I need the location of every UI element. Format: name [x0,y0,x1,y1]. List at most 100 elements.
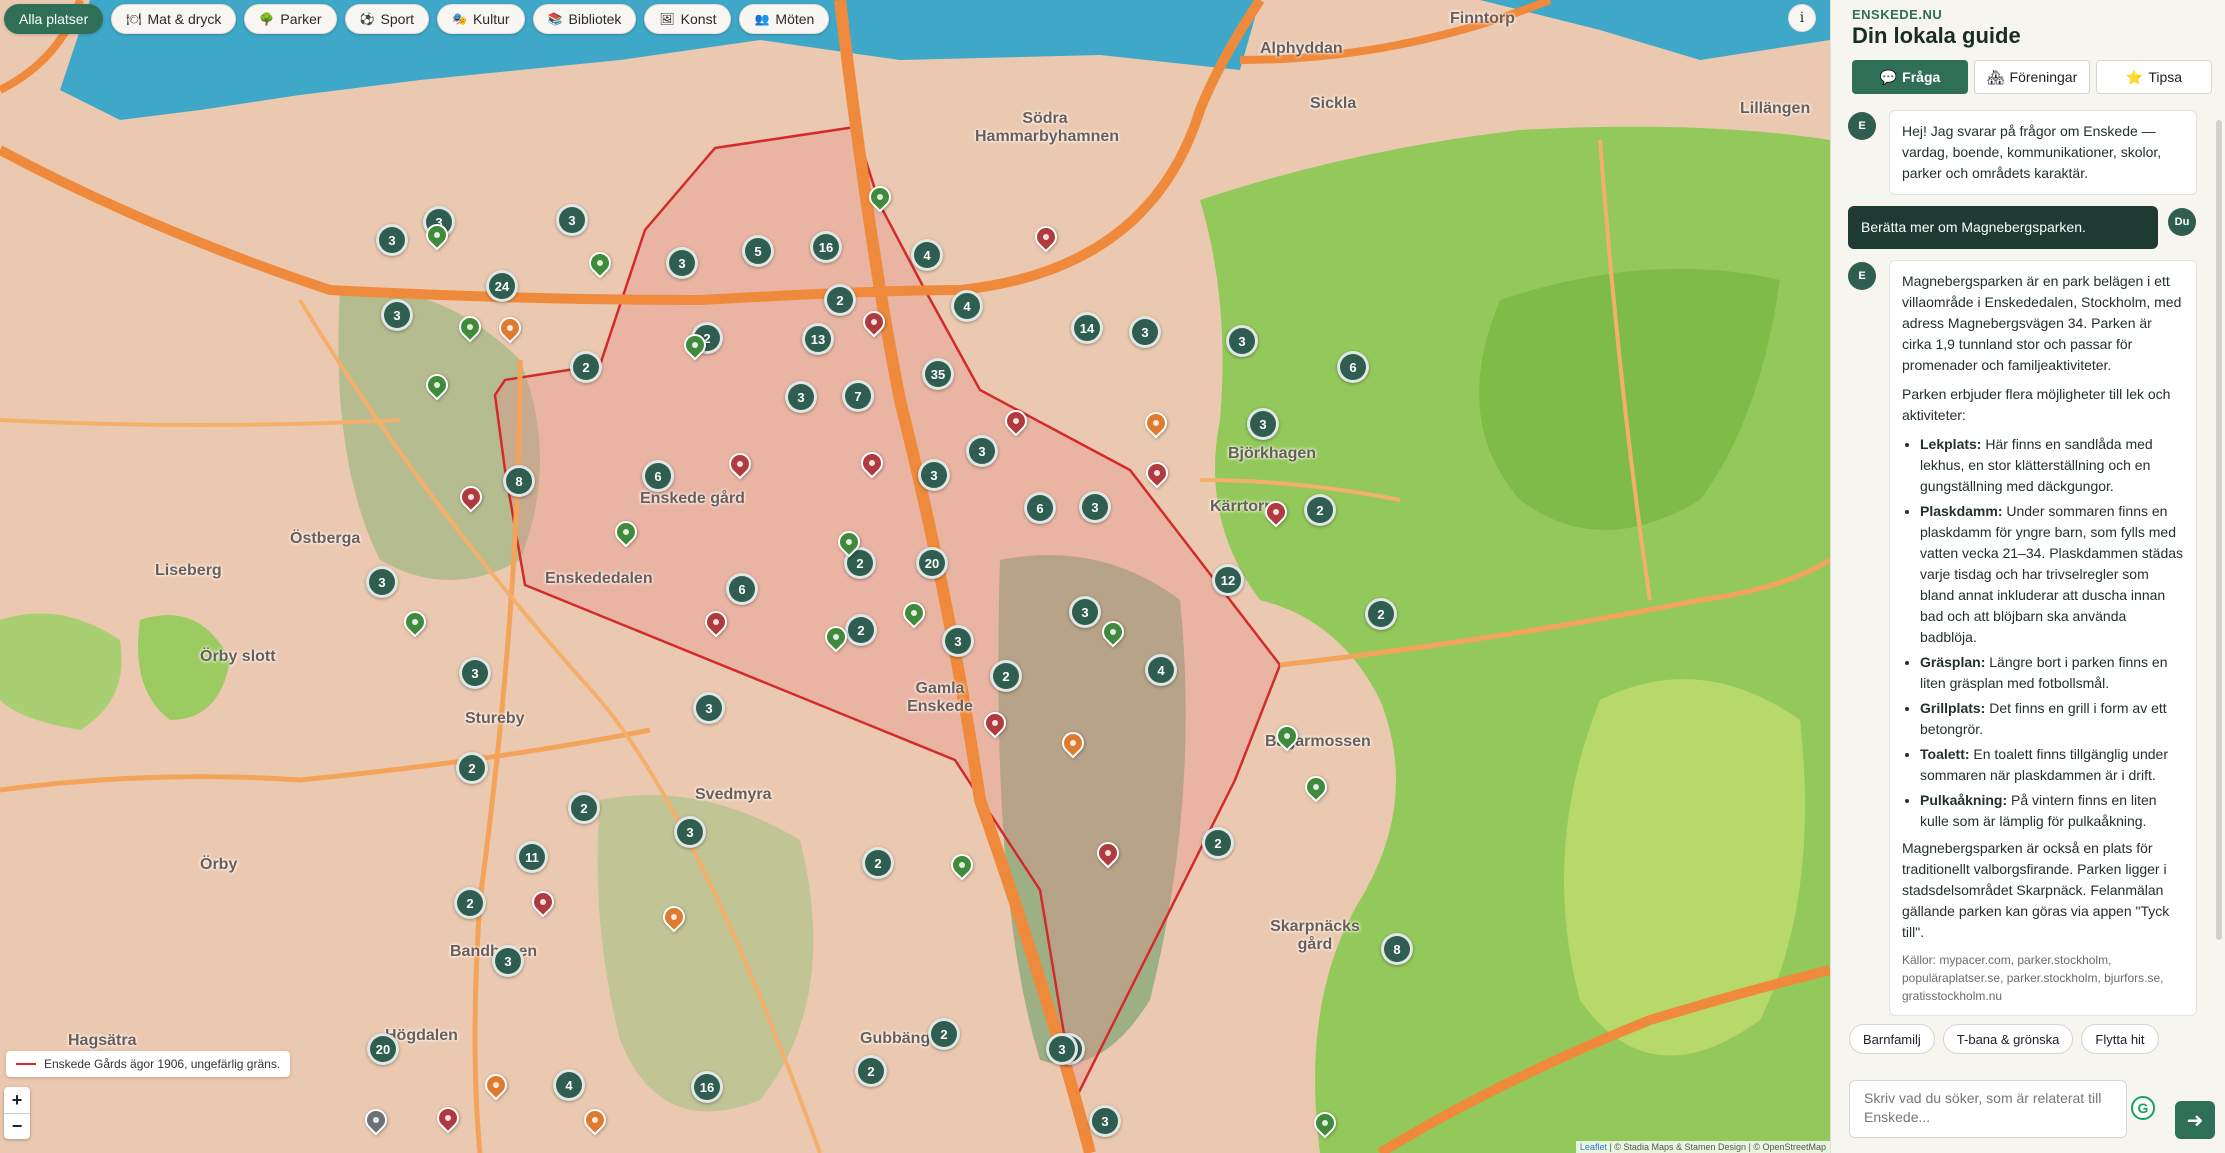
suggestion-chip[interactable]: Barnfamilj [1849,1024,1935,1054]
answer-list-item: Toalett: En toalett finns tillgänglig un… [1920,744,2184,786]
suggestion-chip[interactable]: T-bana & grönska [1942,1024,2074,1054]
cluster-marker[interactable]: 2 [454,887,486,919]
filter-chip[interactable]: 🖼 Konst [644,4,732,34]
filter-chip[interactable]: 📚 Bibliotek [532,4,637,34]
cluster-marker[interactable]: 7 [842,380,874,412]
suggestion-chip[interactable]: Flytta hit [2081,1024,2159,1054]
cluster-marker[interactable]: 3 [1046,1033,1078,1065]
cluster-marker[interactable]: 2 [456,752,488,784]
filter-label: Konst [680,11,717,27]
cluster-marker[interactable]: 2 [1304,494,1336,526]
filter-chip[interactable]: 🎭 Kultur [437,4,525,34]
tab[interactable]: 💬 Fråga [1852,60,1968,94]
map[interactable]: Alphyddan Finntorp Sickla Lillängen Södra Ha… [0,0,1830,1153]
filter-chip[interactable]: 🌳 Parker [244,4,337,34]
assistant-avatar: E [1848,262,1876,290]
cluster-marker[interactable]: 3 [1079,491,1111,523]
item-term: Grillplats: [1920,700,1986,716]
cluster-marker[interactable]: 3 [381,299,413,331]
cluster-marker[interactable]: 2 [1202,827,1234,859]
tab-label: Tipsa [2148,69,2183,85]
cluster-marker[interactable]: 2 [990,660,1022,692]
filter-chip[interactable]: Alla platser [4,4,104,34]
grammarly-icon[interactable]: G [2131,1096,2155,1120]
cluster-marker[interactable]: 20 [367,1033,399,1065]
item-text: Under sommaren finns en plaskdamm för yn… [1920,503,2184,645]
answer-list-item: Lekplats: Här finns en sandlåda med lekh… [1920,434,2184,497]
chat-scrollbar[interactable] [2216,120,2222,940]
filter-chip[interactable]: ⚽ Sport [344,4,430,34]
filter-icon: 🌳 [259,12,275,26]
cluster-marker[interactable]: 2 [1365,598,1397,630]
cluster-marker[interactable]: 3 [785,381,817,413]
answer-list-item: Plaskdamm: Under sommaren finns en plask… [1920,501,2184,648]
cluster-marker[interactable]: 2 [855,1055,887,1087]
cluster-marker[interactable]: 3 [918,459,950,491]
leaflet-link[interactable]: Leaflet [1580,1142,1607,1152]
cluster-marker[interactable]: 3 [376,224,408,256]
cluster-marker[interactable]: 20 [916,547,948,579]
zoom-out-button[interactable]: − [4,1113,30,1139]
cluster-marker[interactable]: 8 [1381,933,1413,965]
tab[interactable]: 🏘 Föreningar [1974,60,2090,94]
suggestion-chips: Barnfamilj T-bana & grönska Flytta hit [1849,1024,2159,1054]
cluster-marker[interactable]: 3 [492,945,524,977]
cluster-marker[interactable]: 2 [862,847,894,879]
cluster-marker[interactable]: 3 [942,625,974,657]
cluster-marker[interactable]: 4 [911,239,943,271]
cluster-marker[interactable]: 2 [824,284,856,316]
cluster-marker[interactable]: 3 [1226,325,1258,357]
filter-icon: 👥 [754,12,770,26]
cluster-marker[interactable]: 13 [802,323,834,355]
cluster-marker[interactable]: 35 [922,358,954,390]
cluster-marker[interactable]: 3 [1129,316,1161,348]
cluster-marker[interactable]: 14 [1071,312,1103,344]
cluster-marker[interactable]: 6 [1024,492,1056,524]
cluster-marker[interactable]: 4 [553,1069,585,1101]
cluster-marker[interactable]: 3 [666,247,698,279]
cluster-marker[interactable]: 6 [642,460,674,492]
filter-chip[interactable]: 👥 Möten [739,4,830,34]
cluster-marker[interactable]: 2 [845,614,877,646]
filter-icon: 🍽 [126,12,142,26]
cluster-marker[interactable]: 3 [459,657,491,689]
cluster-marker[interactable]: 3 [1089,1105,1121,1137]
cluster-marker[interactable]: 8 [503,465,535,497]
cluster-marker[interactable]: 3 [966,435,998,467]
cluster-marker[interactable]: 6 [1337,351,1369,383]
tab[interactable]: ⭐ Tipsa [2096,60,2212,94]
filter-label: Kultur [472,11,510,27]
cluster-marker[interactable]: 3 [674,816,706,848]
cluster-marker[interactable]: 6 [726,573,758,605]
sources: Källor: mypacer.com, parker.stockholm, p… [1902,953,2164,1003]
filter-chip[interactable]: 🍽 Mat & dryck [111,4,237,34]
cluster-marker[interactable]: 16 [691,1071,723,1103]
cluster-marker[interactable]: 2 [570,351,602,383]
filter-label: Bibliotek [568,11,622,27]
cluster-marker[interactable]: 3 [556,204,588,236]
cluster-marker[interactable]: 4 [951,290,983,322]
cluster-marker[interactable]: 12 [1212,564,1244,596]
send-button[interactable]: ➜ [2175,1101,2215,1139]
cluster-marker[interactable]: 3 [1069,596,1101,628]
cluster-marker[interactable]: 2 [928,1018,960,1050]
attribution-text: | © Stadia Maps & Stamen Design | © Open… [1606,1142,1826,1152]
filter-icon: 🖼 [659,12,675,26]
cluster-marker[interactable]: 3 [693,692,725,724]
cluster-marker[interactable]: 24 [486,270,518,302]
user-message-text: Berätta mer om Magnebergsparken. [1861,219,2086,235]
cluster-marker[interactable]: 4 [1145,654,1177,686]
info-button[interactable]: i [1788,4,1816,32]
assistant-message: Hej! Jag svarar på frågor om Enskede — v… [1889,110,2197,195]
zoom-in-button[interactable]: + [4,1087,30,1113]
map-legend: Enskede Gårds ägor 1906, ungefärlig grän… [6,1051,291,1077]
chat-input[interactable]: Skriv vad du söker, som är relaterat til… [1849,1080,2127,1138]
cluster-marker[interactable]: 11 [516,841,548,873]
cluster-marker[interactable]: 2 [568,792,600,824]
tab-label: Föreningar [2009,69,2078,85]
cluster-marker[interactable]: 16 [810,231,842,263]
cluster-marker[interactable]: 3 [366,566,398,598]
cluster-marker[interactable]: 3 [1247,408,1279,440]
answer-paragraph: Magnebergsparken är en park belägen i et… [1902,273,2182,373]
cluster-marker[interactable]: 5 [742,235,774,267]
